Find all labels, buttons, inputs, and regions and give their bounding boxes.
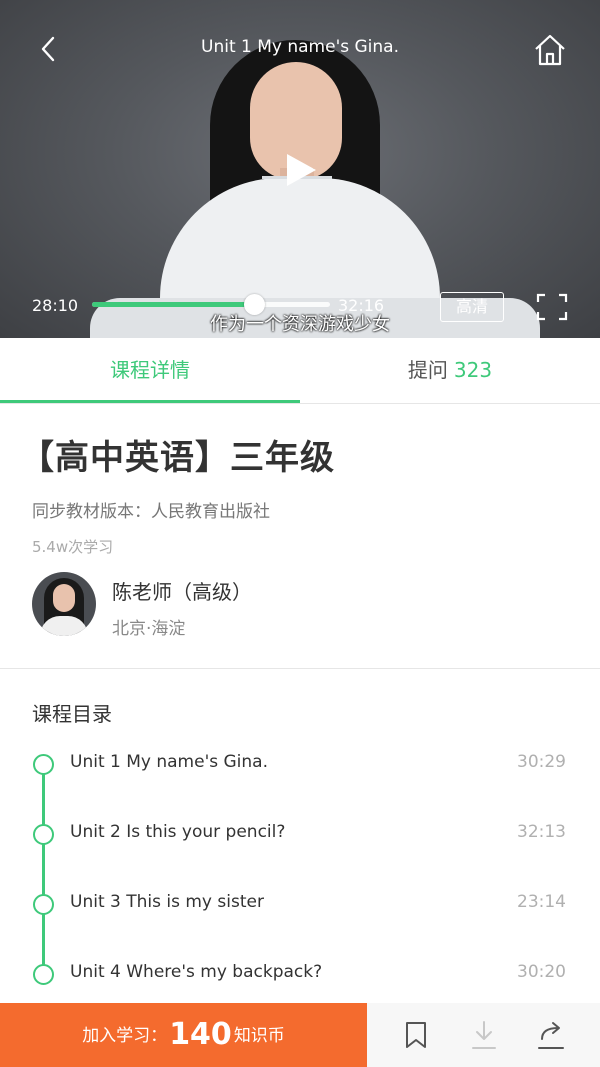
video-subtitle: 作为一个资深游戏少女 — [210, 314, 390, 335]
section-divider — [0, 668, 600, 669]
join-label: 加入学习： — [82, 1026, 168, 1046]
progress-bar[interactable] — [92, 294, 330, 315]
download-icon[interactable] — [470, 1019, 498, 1051]
catalog-title: 课程目录 — [32, 702, 112, 726]
learner-count: 5.4w次学习 — [32, 538, 114, 556]
share-icon[interactable] — [536, 1019, 566, 1051]
teacher-location: 北京·海淀 — [112, 619, 186, 639]
bottom-action-bar: 加入学习：140 知识币 — [0, 1003, 600, 1067]
teacher-name[interactable]: 陈老师（高级） — [112, 576, 252, 605]
lesson-title: Unit 3 This is my sister — [70, 892, 264, 912]
home-icon[interactable] — [532, 32, 568, 68]
lesson-item[interactable]: Unit 3 This is my sister 23:14 — [0, 884, 600, 924]
lesson-item[interactable]: Unit 2 Is this your pencil? 32:13 — [0, 814, 600, 854]
play-icon[interactable] — [284, 152, 318, 188]
tab-questions-count: 323 — [453, 358, 493, 382]
quality-button[interactable]: 高清 — [440, 292, 504, 322]
lesson-duration: 30:20 — [517, 962, 566, 982]
lesson-duration: 30:29 — [517, 752, 566, 772]
lesson-dot — [33, 894, 54, 915]
lesson-title: Unit 4 Where's my backpack? — [70, 962, 323, 982]
tab-course-details[interactable]: 课程详情 — [0, 338, 300, 404]
video-title: Unit 1 My name's Gina. — [201, 37, 399, 57]
avatar-face — [53, 584, 75, 612]
join-currency: 知识币 — [233, 1026, 285, 1046]
fullscreen-icon[interactable] — [536, 293, 568, 321]
join-price: 140 — [169, 1017, 232, 1052]
tab-questions-label: 提问 — [407, 358, 448, 382]
lesson-dot — [33, 964, 54, 985]
lesson-title: Unit 1 My name's Gina. — [70, 752, 268, 772]
progress-fill — [92, 302, 254, 307]
tab-bar: 课程详情 提问 323 — [0, 338, 600, 404]
lesson-item[interactable]: Unit 4 Where's my backpack? 30:20 — [0, 954, 600, 994]
tab-indicator — [0, 400, 300, 403]
tab-questions[interactable]: 提问 323 — [300, 338, 600, 404]
lesson-duration: 32:13 — [517, 822, 566, 842]
lesson-item[interactable]: Unit 1 My name's Gina. 30:29 — [0, 744, 600, 784]
lesson-title: Unit 2 Is this your pencil? — [70, 822, 286, 842]
textbook-publisher: 同步教材版本：人民教育出版社 — [32, 502, 270, 522]
course-title: 【高中英语】三年级 — [20, 438, 335, 478]
lesson-dot — [33, 824, 54, 845]
video-player[interactable]: Unit 1 My name's Gina. 28:10 32:16 作为一个资… — [0, 0, 600, 338]
teacher-avatar[interactable] — [32, 572, 96, 636]
join-study-button[interactable]: 加入学习：140 知识币 — [0, 1003, 367, 1067]
timeline-line — [42, 774, 45, 974]
lesson-dot — [33, 754, 54, 775]
bookmark-icon[interactable] — [404, 1021, 428, 1049]
lesson-duration: 23:14 — [517, 892, 566, 912]
